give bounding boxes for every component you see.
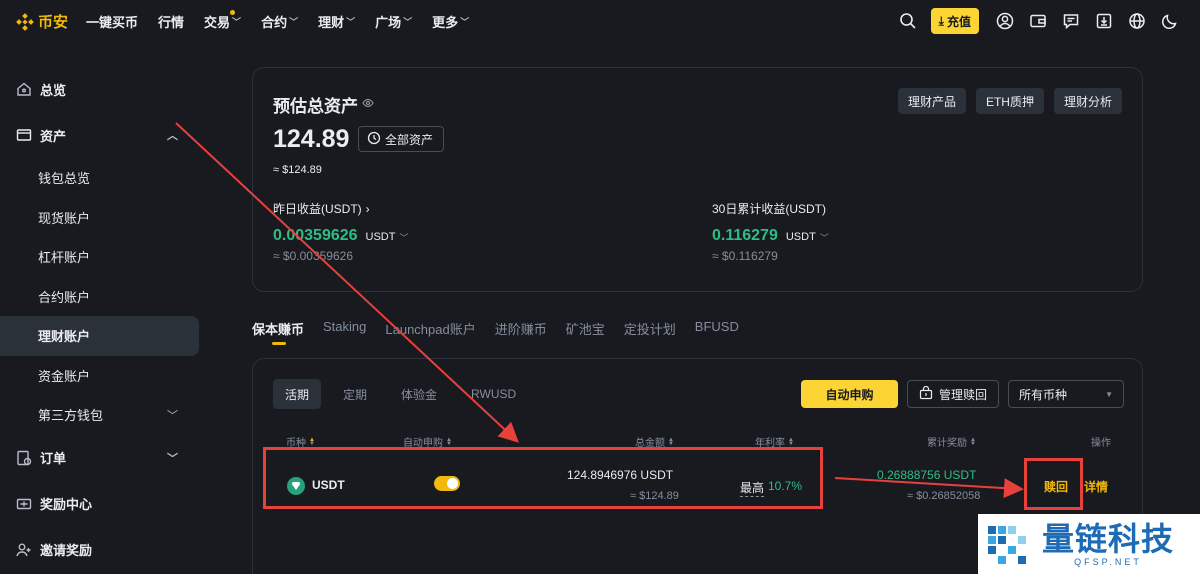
arrow-to-row	[175, 122, 519, 443]
watermark-text: 量链科技 QFSP.NET	[1042, 521, 1174, 567]
watermark-cn: 量链科技	[1042, 521, 1175, 557]
annotation-arrows	[175, 122, 1024, 499]
arrow-to-redeem	[834, 477, 1024, 499]
watermark: 量链科技 QFSP.NET	[978, 514, 1200, 574]
watermark-logo-icon	[988, 526, 1026, 564]
watermark-en: QFSP.NET	[1074, 557, 1142, 567]
